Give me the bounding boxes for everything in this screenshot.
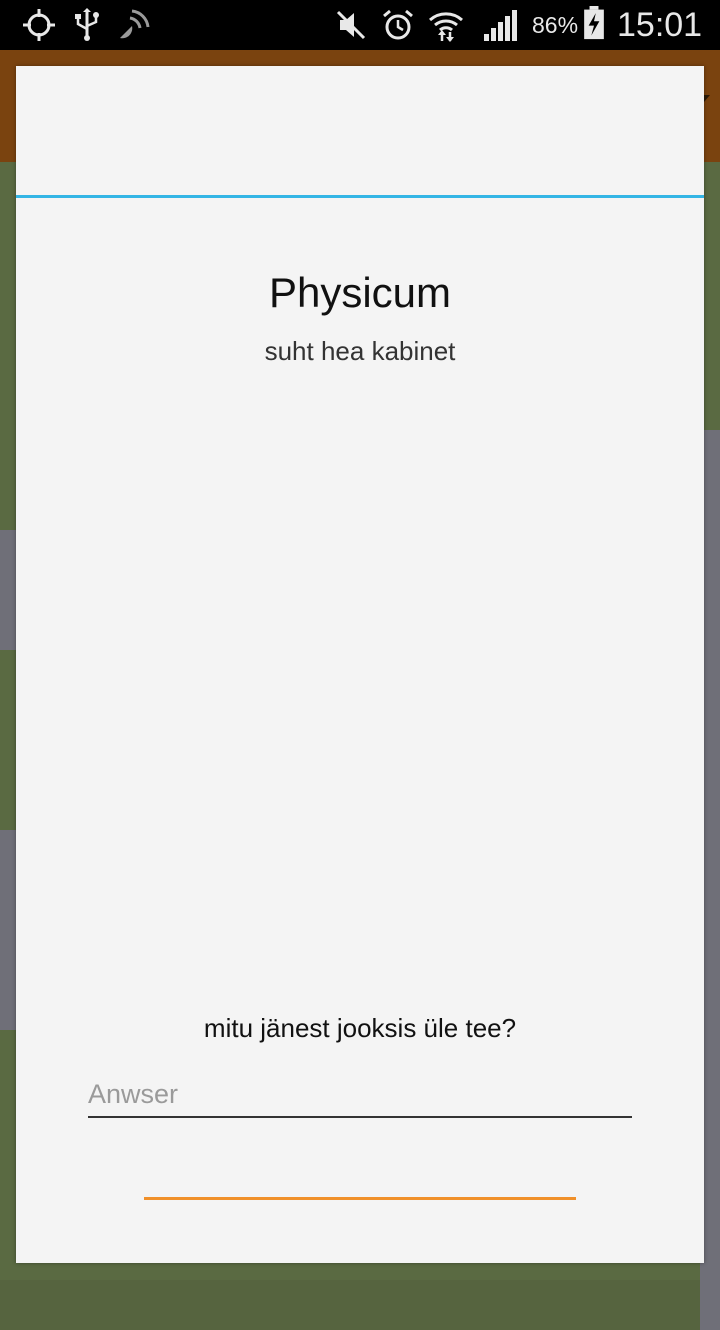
dialog-title-area: [16, 66, 704, 195]
clock-time: 15:01: [617, 6, 703, 44]
place-subtitle: suht hea kabinet: [264, 336, 456, 366]
mute-icon: [336, 10, 366, 40]
nfc-icon: [120, 9, 150, 39]
question-text: mitu jänest jooksis üle tee?: [203, 1013, 517, 1043]
cell-signal-icon: [484, 10, 517, 41]
dialog-divider: [16, 195, 704, 198]
submit-button[interactable]: [144, 1162, 576, 1200]
dialog: Physicum suht hea kabinet mitu jänest jo…: [16, 66, 704, 1263]
alarm-icon: [383, 9, 413, 40]
wifi-icon: [429, 12, 463, 42]
answer-input[interactable]: [88, 1072, 632, 1118]
battery-charging-icon: [584, 6, 604, 40]
battery-percent: 86%: [532, 12, 579, 38]
status-bar: 86% 15:01: [0, 0, 720, 50]
location-crosshair-icon: [23, 9, 55, 41]
place-title: Physicum: [268, 269, 452, 316]
map-road: [0, 830, 16, 1030]
map-road: [0, 530, 16, 650]
usb-icon: [75, 8, 99, 41]
